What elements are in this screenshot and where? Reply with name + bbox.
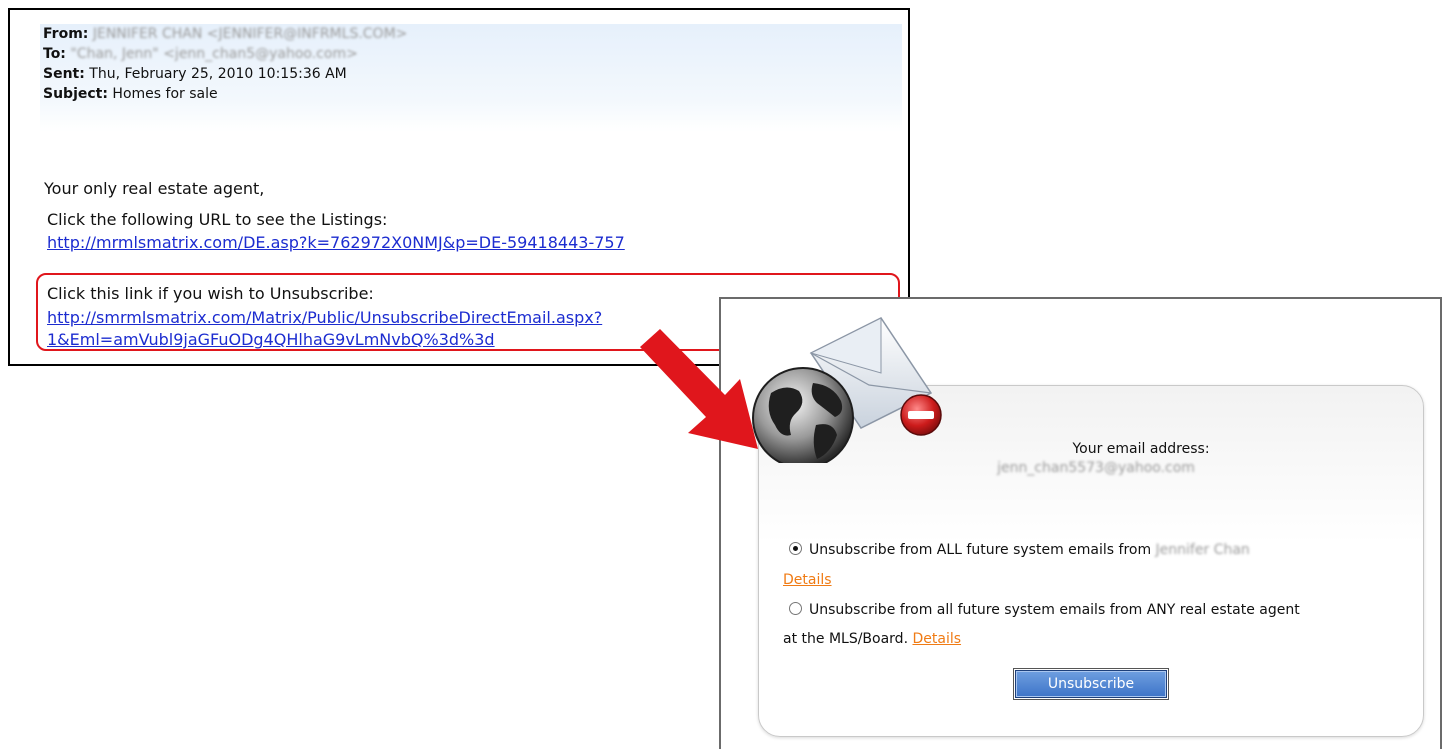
option-any-label-line2: at the MLS/Board. <box>783 631 909 647</box>
sent-row: Sent: Thu, February 25, 2010 10:15:36 AM <box>40 64 902 84</box>
option-any-details-link[interactable]: Details <box>912 631 961 647</box>
option-any-row: Unsubscribe from all future system email… <box>789 597 1300 623</box>
option-all-radio[interactable] <box>789 542 802 555</box>
option-all-agent-name: Jennifer Chan <box>1155 542 1250 558</box>
listings-label: Click the following URL to see the Listi… <box>47 210 388 229</box>
unsubscribe-link-line2[interactable]: 1&Eml=amVubl9jaGFuODg4QHlhaG9vLmNvbQ%3d%… <box>47 330 495 349</box>
from-row: From: JENNIFER CHAN <JENNIFER@INFRMLS.CO… <box>40 24 902 44</box>
globe-envelope-icon <box>752 317 942 463</box>
option-all-row: Unsubscribe from ALL future system email… <box>789 537 1250 563</box>
sent-value: Thu, February 25, 2010 10:15:36 AM <box>89 66 347 82</box>
from-label: From: <box>43 26 89 42</box>
email-greeting: Your only real estate agent, <box>44 179 265 198</box>
subject-value: Homes for sale <box>112 86 218 102</box>
red-arrow-icon <box>640 329 758 449</box>
subject-label: Subject: <box>43 86 108 102</box>
unsubscribe-page-panel: Your email address: jenn_chan5573@yahoo.… <box>719 297 1442 749</box>
email-header: From: JENNIFER CHAN <JENNIFER@INFRMLS.CO… <box>40 24 902 132</box>
unsubscribe-label: Click this link if you wish to Unsubscri… <box>47 284 374 303</box>
to-value: "Chan, Jenn" <jenn_chan5@yahoo.com> <box>70 46 358 62</box>
email-address-value: jenn_chan5573@yahoo.com <box>997 460 1195 476</box>
to-row: To: "Chan, Jenn" <jenn_chan5@yahoo.com> <box>40 44 902 64</box>
from-value: JENNIFER CHAN <JENNIFER@INFRMLS.COM> <box>92 26 408 42</box>
option-all-label: Unsubscribe from ALL future system email… <box>809 542 1152 558</box>
option-all-details-row: Details <box>783 567 832 593</box>
email-address-label: Your email address: <box>1072 441 1210 457</box>
option-all-details-link[interactable]: Details <box>783 572 832 588</box>
option-any-radio[interactable] <box>789 602 802 615</box>
to-label: To: <box>43 46 66 62</box>
listings-link[interactable]: http://mrmlsmatrix.com/DE.asp?k=762972X0… <box>47 233 625 252</box>
stop-icon <box>900 394 942 436</box>
option-any-row-2: at the MLS/Board. Details <box>783 626 961 652</box>
subject-row: Subject: Homes for sale <box>40 84 902 104</box>
sent-label: Sent: <box>43 66 85 82</box>
unsubscribe-button[interactable]: Unsubscribe <box>1015 670 1167 698</box>
globe-icon <box>752 367 854 463</box>
unsubscribe-link-line1[interactable]: http://smrmlsmatrix.com/Matrix/Public/Un… <box>47 308 602 327</box>
option-any-label-line1: Unsubscribe from all future system email… <box>809 602 1300 618</box>
